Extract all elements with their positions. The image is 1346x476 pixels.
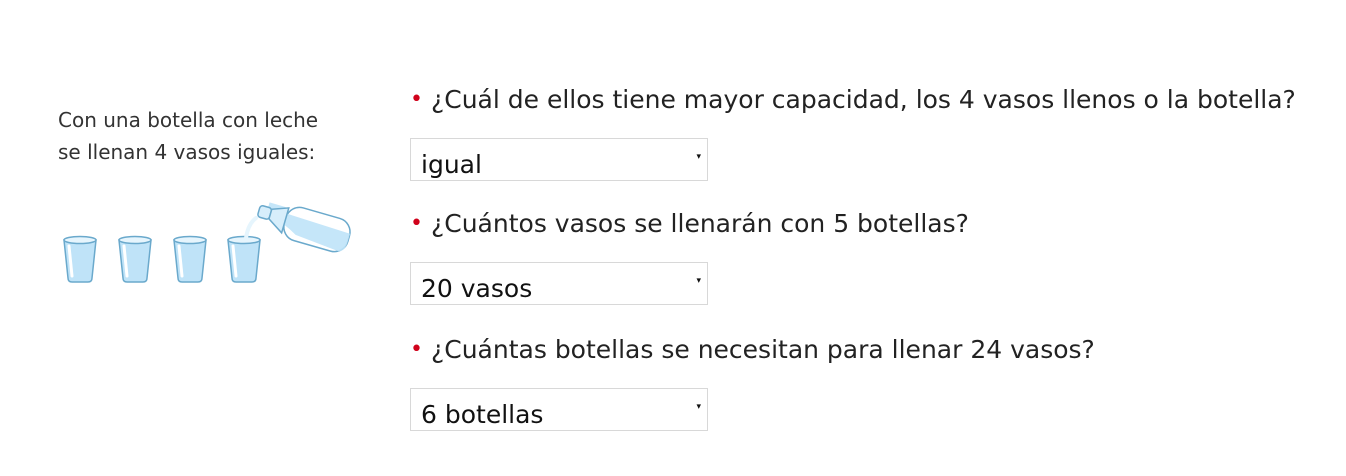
answer-1-value: igual (421, 150, 482, 179)
chevron-down-icon: ▾ (696, 276, 701, 286)
question-1-text: ¿Cuál de ellos tiene mayor capacidad, lo… (430, 85, 1296, 114)
question-3-text: ¿Cuántas botellas se necesitan para llen… (430, 335, 1095, 364)
intro-panel: Con una botella con leche se llenan 4 va… (58, 104, 378, 168)
question-1: • ¿Cuál de ellos tiene mayor capacidad, l… (410, 84, 1296, 118)
chevron-down-icon: ▾ (696, 402, 701, 412)
bullet: • (410, 87, 423, 112)
bullet: • (410, 337, 423, 362)
glass-icon (173, 235, 207, 283)
bullet: • (410, 211, 423, 236)
answer-3-value: 6 botellas (421, 400, 544, 429)
glass-icon (227, 235, 261, 283)
milk-bottle-icon (257, 202, 351, 253)
chevron-down-icon: ▾ (696, 152, 701, 162)
question-2: • ¿Cuántos vasos se llenarán con 5 botell… (410, 208, 969, 242)
milk-illustration (63, 202, 351, 283)
answer-2-select[interactable]: 20 vasos ▾ (410, 262, 708, 305)
glass-icon (118, 235, 152, 283)
answer-2-value: 20 vasos (421, 274, 533, 303)
glasses-and-bottle-illustration (58, 198, 358, 294)
intro-line-1: Con una botella con leche (58, 108, 319, 132)
question-3: • ¿Cuántas botellas se necesitan para lle… (410, 334, 1095, 368)
intro-text: Con una botella con leche se llenan 4 va… (58, 104, 378, 168)
intro-line-2: se llenan 4 vasos iguales: (58, 140, 316, 164)
question-2-text: ¿Cuántos vasos se llenarán con 5 botella… (430, 209, 969, 238)
glass-icon (63, 235, 97, 283)
answer-3-select[interactable]: 6 botellas ▾ (410, 388, 708, 431)
answer-1-select[interactable]: igual ▾ (410, 138, 708, 181)
